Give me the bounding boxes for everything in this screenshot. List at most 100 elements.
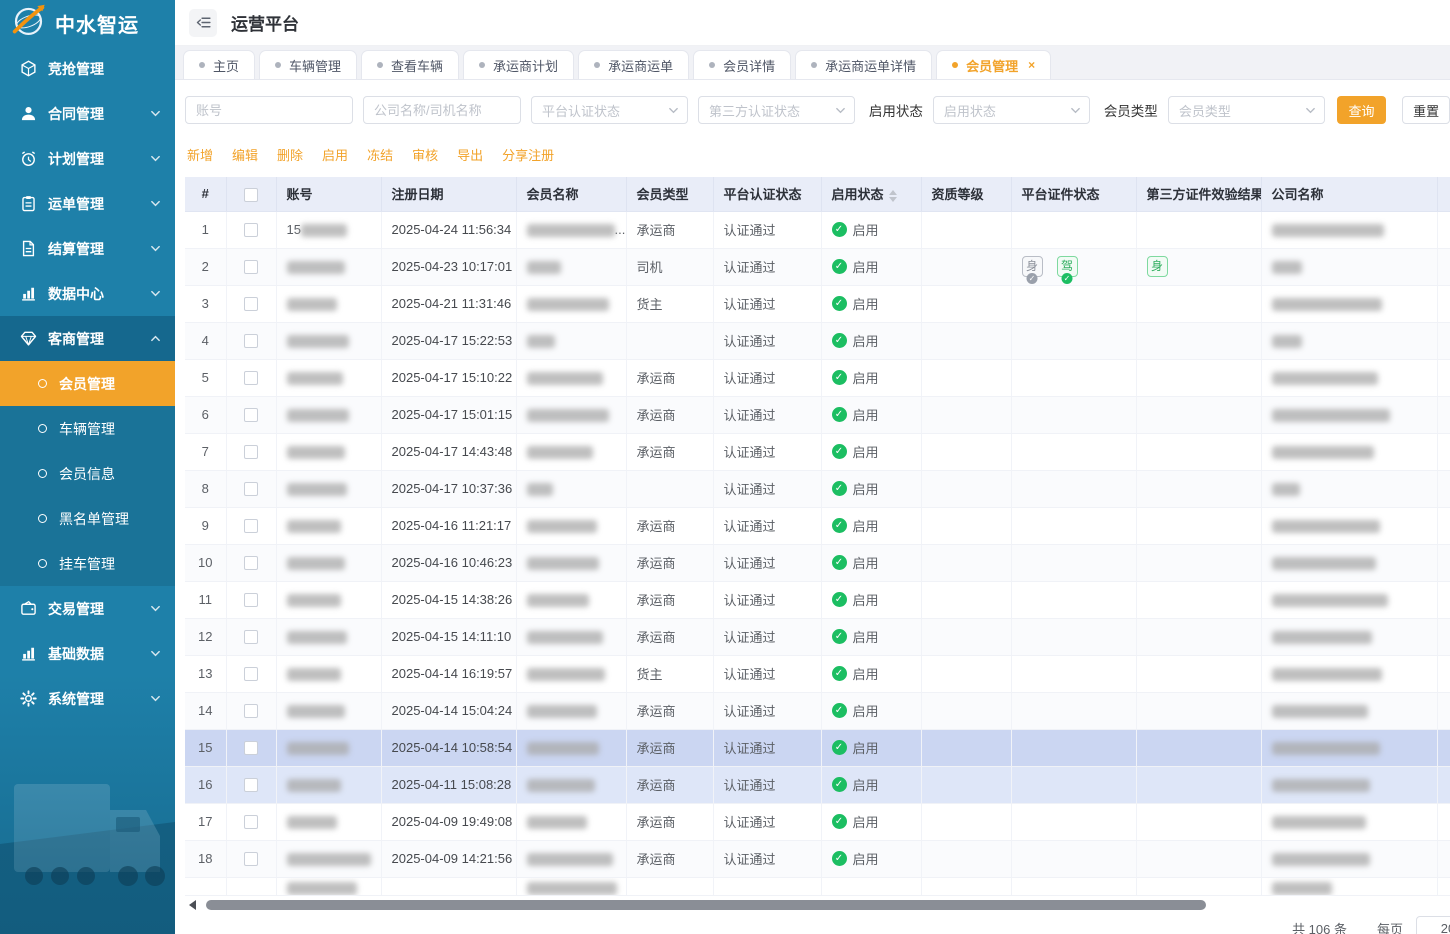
action-审核[interactable]: 审核: [412, 145, 438, 164]
row-checkbox[interactable]: [244, 297, 258, 311]
table-row[interactable]: 92025-04-16 11:21:17承运商认证通过✓启用: [185, 507, 1450, 544]
redacted-company: [1272, 668, 1382, 681]
company-name-input[interactable]: [363, 96, 521, 124]
sidebar-item-交易管理[interactable]: 交易管理: [0, 586, 175, 631]
sidebar-subitem-黑名单管理[interactable]: 黑名单管理: [0, 496, 175, 541]
select-all-header: [226, 177, 276, 211]
tab-label: 会员详情: [723, 56, 775, 75]
row-index-cell: 8: [185, 470, 226, 507]
third-auth-select[interactable]: 第三方认证状态: [698, 96, 855, 124]
tab-承运商运单[interactable]: 承运商运单: [578, 50, 689, 79]
table-row[interactable]: 102025-04-16 10:46:23承运商认证通过✓启用: [185, 544, 1450, 581]
sidebar-item-合同管理[interactable]: 合同管理: [0, 91, 175, 136]
sidebar-item-系统管理[interactable]: 系统管理: [0, 676, 175, 721]
sidebar-item-计划管理[interactable]: 计划管理: [0, 136, 175, 181]
redacted-member-name: [527, 483, 553, 496]
table-row-partial[interactable]: [185, 877, 1450, 895]
sidebar-item-运单管理[interactable]: 运单管理: [0, 181, 175, 226]
enable-status-select[interactable]: 启用状态: [933, 96, 1090, 124]
row-checkbox[interactable]: [244, 778, 258, 792]
row-checkbox[interactable]: [244, 519, 258, 533]
action-启用[interactable]: 启用: [322, 145, 348, 164]
table-row[interactable]: 32025-04-21 11:31:46货主认证通过✓启用: [185, 285, 1450, 322]
row-checkbox[interactable]: [244, 852, 258, 866]
table-row[interactable]: 1152025-04-24 11:56:34...承运商认证通过✓启用: [185, 211, 1450, 248]
table-row[interactable]: 132025-04-14 16:19:57货主认证通过✓启用: [185, 655, 1450, 692]
close-icon[interactable]: ×: [1028, 58, 1035, 72]
table-row[interactable]: 72025-04-17 14:43:48承运商认证通过✓启用: [185, 433, 1450, 470]
sort-control[interactable]: [889, 190, 897, 202]
action-导出[interactable]: 导出: [457, 145, 483, 164]
sidebar-item-客商管理[interactable]: 客商管理: [0, 316, 175, 361]
sidebar-item-数据中心[interactable]: 数据中心: [0, 271, 175, 316]
row-checkbox[interactable]: [244, 593, 258, 607]
sidebar-item-结算管理[interactable]: 结算管理: [0, 226, 175, 271]
table-row[interactable]: 142025-04-14 15:04:24承运商认证通过✓启用: [185, 692, 1450, 729]
row-checkbox[interactable]: [244, 482, 258, 496]
enabled-check-icon: ✓: [832, 407, 847, 422]
tab-会员详情[interactable]: 会员详情: [693, 50, 791, 79]
reset-button[interactable]: 重置: [1402, 96, 1450, 124]
member-type-cell: 货主: [626, 285, 713, 322]
row-index-cell: 3: [185, 285, 226, 322]
row-checkbox[interactable]: [244, 667, 258, 681]
tab-查看车辆[interactable]: 查看车辆: [361, 50, 459, 79]
row-checkbox[interactable]: [244, 815, 258, 829]
row-checkbox[interactable]: [244, 223, 258, 237]
tab-车辆管理[interactable]: 车辆管理: [259, 50, 357, 79]
per-page-select[interactable]: 20: [1416, 916, 1450, 934]
tab-承运商运单详情[interactable]: 承运商运单详情: [795, 50, 932, 79]
platform-auth-select[interactable]: 平台认证状态: [531, 96, 688, 124]
table-row[interactable]: 22025-04-23 10:17:01司机认证通过✓启用身✓驾✓身: [185, 248, 1450, 285]
table-row[interactable]: 42025-04-17 15:22:53认证通过✓启用: [185, 322, 1450, 359]
scroll-left-arrow[interactable]: [189, 900, 196, 910]
table-row[interactable]: 182025-04-09 14:21:56承运商认证通过✓启用: [185, 840, 1450, 877]
tab-会员管理[interactable]: 会员管理×: [936, 50, 1051, 79]
redacted-member-name: [527, 372, 603, 385]
row-checkbox[interactable]: [244, 445, 258, 459]
sidebar-item-竞抢管理[interactable]: 竞抢管理: [0, 46, 175, 91]
scrollbar-thumb[interactable]: [206, 900, 1206, 910]
select-all-checkbox[interactable]: [244, 188, 258, 202]
row-checkbox[interactable]: [244, 704, 258, 718]
action-冻结[interactable]: 冻结: [367, 145, 393, 164]
member-type-select[interactable]: 会员类型: [1168, 96, 1325, 124]
platform-cert-cell: [1011, 729, 1136, 766]
third-cert-cell: [1136, 211, 1261, 248]
scrollbar-track[interactable]: [200, 899, 1450, 911]
circle-icon: [38, 514, 47, 523]
sidebar-subitem-车辆管理[interactable]: 车辆管理: [0, 406, 175, 451]
action-分享注册[interactable]: 分享注册: [502, 145, 554, 164]
row-checkbox[interactable]: [244, 371, 258, 385]
action-删除[interactable]: 删除: [277, 145, 303, 164]
sidebar-subitem-挂车管理[interactable]: 挂车管理: [0, 541, 175, 586]
table-row[interactable]: 122025-04-15 14:11:10承运商认证通过✓启用: [185, 618, 1450, 655]
sidebar-subitem-会员管理[interactable]: 会员管理: [0, 361, 175, 406]
row-checkbox[interactable]: [244, 334, 258, 348]
row-checkbox[interactable]: [244, 741, 258, 755]
sidebar-collapse-button[interactable]: [189, 9, 217, 37]
account-input[interactable]: [185, 96, 353, 124]
table-row[interactable]: 162025-04-11 15:08:28承运商认证通过✓启用: [185, 766, 1450, 803]
row-checkbox[interactable]: [244, 630, 258, 644]
redacted-company: [1272, 742, 1380, 755]
row-checkbox[interactable]: [244, 260, 258, 274]
sidebar-item-label: 计划管理: [48, 149, 150, 169]
tab-主页[interactable]: 主页: [183, 50, 255, 79]
search-button[interactable]: 查询: [1337, 96, 1387, 124]
table-row[interactable]: 82025-04-17 10:37:36认证通过✓启用: [185, 470, 1450, 507]
tab-承运商计划[interactable]: 承运商计划: [463, 50, 574, 79]
sidebar-subitem-会员信息[interactable]: 会员信息: [0, 451, 175, 496]
table-row[interactable]: 52025-04-17 15:10:22承运商认证通过✓启用: [185, 359, 1450, 396]
row-checkbox[interactable]: [244, 556, 258, 570]
action-新增[interactable]: 新增: [187, 145, 213, 164]
table-row[interactable]: 172025-04-09 19:49:08承运商认证通过✓启用: [185, 803, 1450, 840]
platform-cert-cell: [1011, 433, 1136, 470]
table-row[interactable]: 152025-04-14 10:58:54承运商认证通过✓启用: [185, 729, 1450, 766]
sidebar-item-基础数据[interactable]: 基础数据: [0, 631, 175, 676]
table-row[interactable]: 112025-04-15 14:38:26承运商认证通过✓启用: [185, 581, 1450, 618]
company-name-cell: [1261, 396, 1437, 433]
action-编辑[interactable]: 编辑: [232, 145, 258, 164]
table-row[interactable]: 62025-04-17 15:01:15承运商认证通过✓启用: [185, 396, 1450, 433]
row-checkbox[interactable]: [244, 408, 258, 422]
